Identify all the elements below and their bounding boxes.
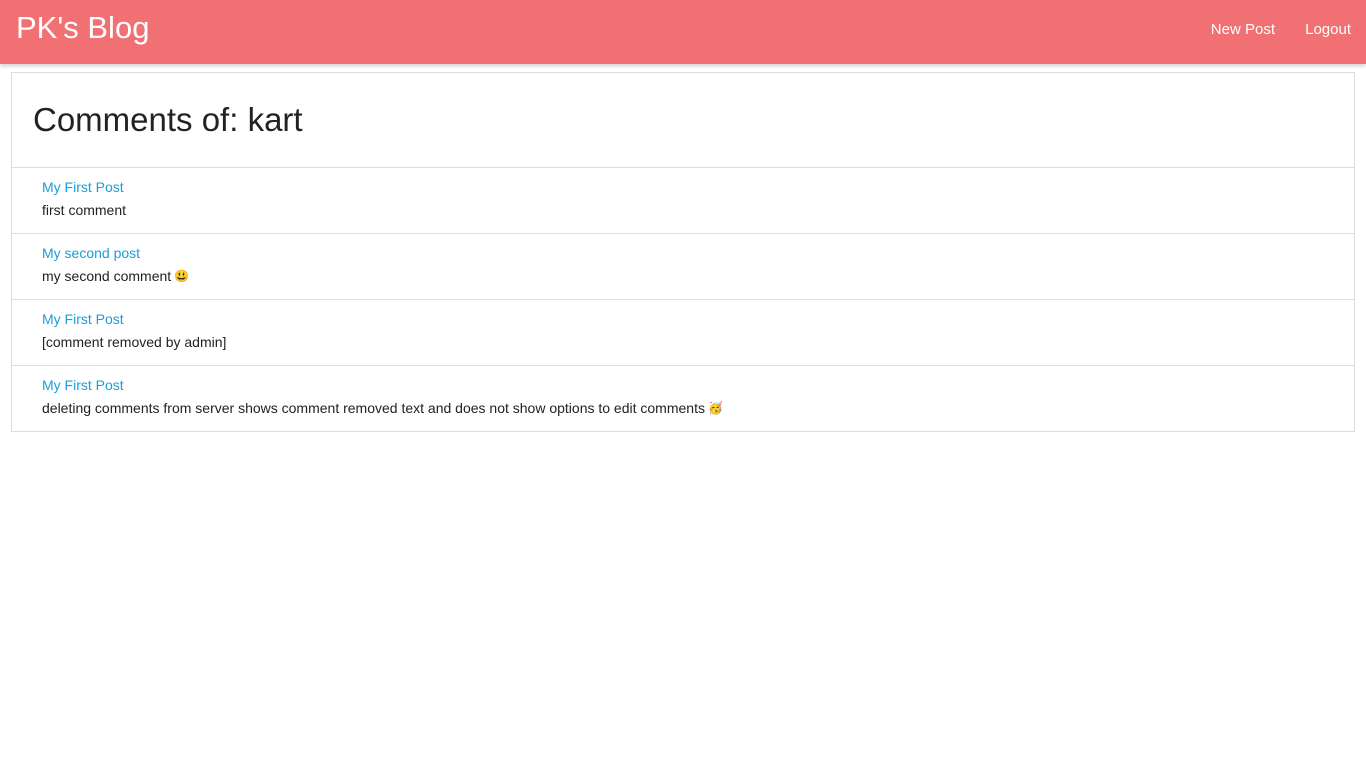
page-title: Comments of: kart [33,101,303,138]
top-navbar: PK's Blog New Post Logout [0,0,1366,64]
comment-post-link[interactable]: My First Post [42,311,124,327]
logout-link[interactable]: Logout [1305,21,1351,39]
comment-body: first comment [42,202,127,218]
comment-text: [comment removed by admin] [42,334,226,350]
party-face-emoji-icon: 🥳 [707,401,723,415]
comment-body: [comment removed by admin] [42,334,227,350]
comment-text: deleting comments from server shows comm… [42,400,723,416]
comment-list-item: My First Post first comment [12,168,1354,234]
brand-link[interactable]: PK's Blog [16,10,149,46]
comment-post-link[interactable]: My First Post [42,377,124,393]
comment-list-item: My second post my second comment 😃 [12,234,1354,300]
comment-text: my second comment 😃 [42,268,189,284]
new-post-link[interactable]: New Post [1211,21,1275,39]
comment-post-link[interactable]: My First Post [42,179,124,195]
grinning-face-emoji-icon: 😃 [174,269,190,283]
panel-heading: Comments of: kart [12,73,1354,168]
comment-body: my second comment [42,268,172,284]
comment-post-link[interactable]: My second post [42,245,140,261]
comment-list-item: My First Post [comment removed by admin] [12,300,1354,366]
comment-list-item: My First Post deleting comments from ser… [12,366,1354,431]
comments-panel: Comments of: kart My First Post first co… [11,72,1355,432]
comment-text: first comment [42,202,126,218]
comment-body: deleting comments from server shows comm… [42,400,705,416]
